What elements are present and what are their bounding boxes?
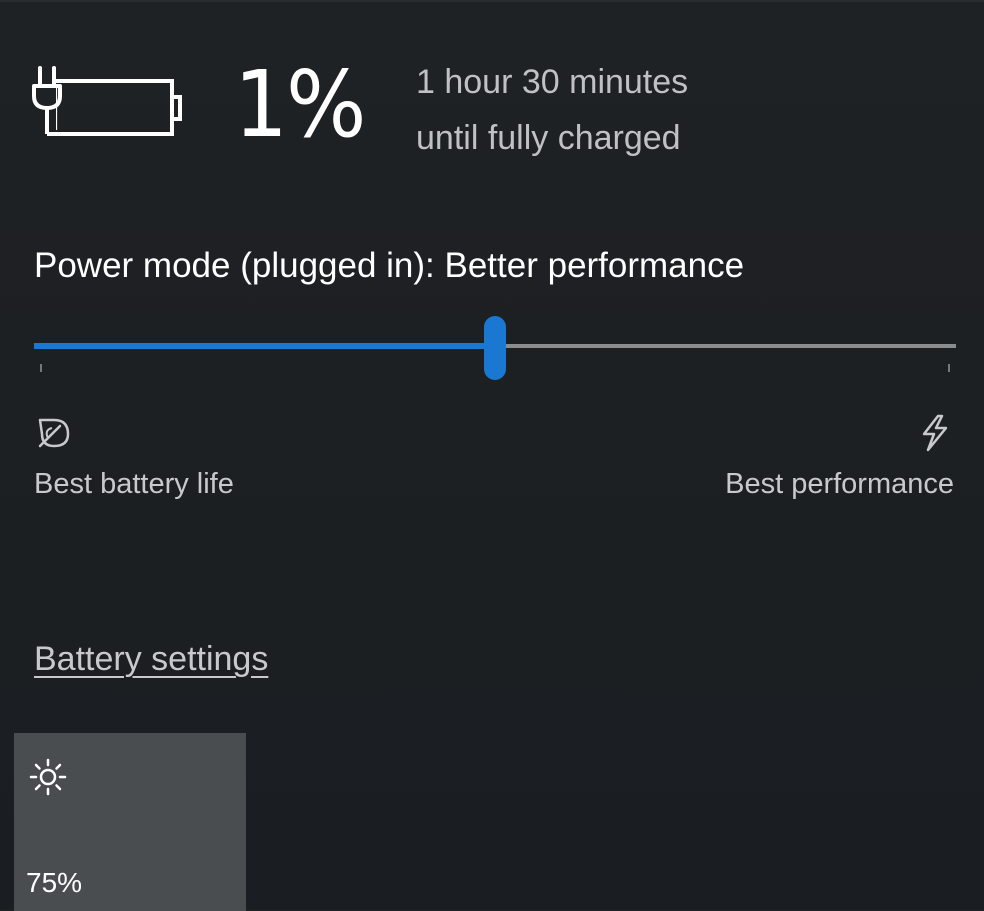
battery-charging-icon [32, 66, 182, 136]
charge-status: 1 hour 30 minutes until fully charged [416, 54, 688, 166]
slider-track-fill[interactable] [34, 343, 495, 349]
best-battery-life-marker: Best battery life [34, 412, 234, 501]
best-performance-label: Best performance [725, 468, 954, 500]
charge-time-remaining: 1 hour 30 minutes [416, 63, 689, 101]
slider-tick-start [40, 364, 42, 372]
slider-tick-end [948, 364, 950, 372]
power-mode-label: Power mode (plugged in): Better performa… [34, 246, 745, 285]
power-mode-slider[interactable] [34, 314, 956, 380]
brightness-tile[interactable]: 75% [14, 733, 246, 911]
battery-percent: 1% [234, 51, 366, 158]
battery-fill [56, 85, 58, 130]
slider-thumb[interactable] [484, 316, 506, 380]
battery-flyout: 1% 1 hour 30 minutes until fully charged… [0, 0, 984, 911]
best-performance-marker: Best performance [725, 412, 954, 501]
brightness-sun-icon [29, 758, 67, 796]
best-battery-life-label: Best battery life [34, 468, 234, 500]
brightness-value: 75% [26, 867, 83, 898]
battery-settings-link[interactable]: Battery settings [34, 640, 268, 679]
charge-status-caption: until fully charged [416, 119, 681, 157]
leaf-icon [38, 418, 70, 448]
lightning-icon [922, 414, 948, 452]
battery-header: 1% 1 hour 30 minutes until fully charged [30, 50, 970, 160]
